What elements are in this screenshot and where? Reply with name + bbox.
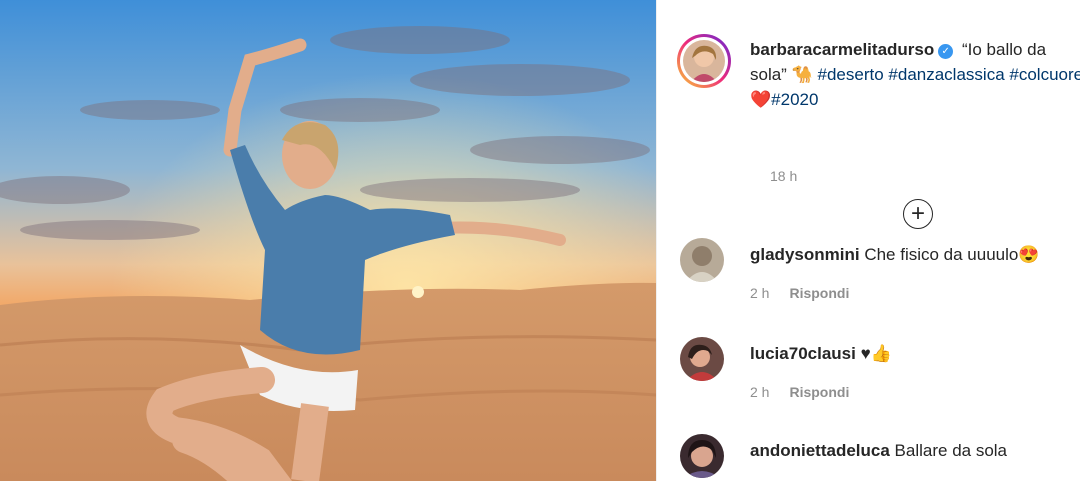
comment-avatar[interactable] (680, 434, 724, 478)
comment-body: ♥ (860, 344, 871, 363)
reply-button[interactable]: Rispondi (789, 384, 849, 400)
post-image (0, 0, 656, 481)
comment-time[interactable]: 2 h (750, 285, 769, 301)
comment-username[interactable]: lucia70clausi (750, 344, 856, 363)
comment-body: Che fisico da uuuulo (864, 245, 1019, 264)
comment-emoji: 👍 (870, 344, 892, 363)
avatar[interactable] (683, 40, 725, 82)
post-photo[interactable] (0, 0, 656, 481)
heart-emoji: ❤️ (750, 90, 772, 109)
hashtag-danzaclassica[interactable]: #danzaclassica (888, 65, 1004, 84)
comment-avatar[interactable] (680, 238, 724, 282)
comment-text: lucia70clausi ♥👍 (750, 343, 892, 365)
comment-meta: 2 h Rispondi (750, 384, 849, 400)
camel-emoji: 🐪 (791, 65, 813, 84)
comment-body: Ballare da sola (894, 441, 1008, 460)
verified-badge-icon: ✓ (938, 44, 954, 59)
post-username[interactable]: barbaracarmelitadurso (750, 40, 934, 59)
comment-meta: 2 h Rispondi (750, 285, 849, 301)
comment-username[interactable]: gladysonmini (750, 245, 860, 264)
comment-username[interactable]: andonietta­deluca (750, 441, 890, 460)
comment-avatar[interactable] (680, 337, 724, 381)
plus-circle-icon[interactable]: + (903, 199, 933, 229)
hashtag-deserto[interactable]: #deserto (818, 65, 884, 84)
reply-button[interactable]: Rispondi (789, 285, 849, 301)
comment-text: andonietta­deluca Ballare da sola (750, 440, 1007, 462)
comments-panel: barbaracarmelitadurso ✓ “Io ballo da sola… (656, 0, 1080, 481)
hashtag-2020[interactable]: #2020 (771, 90, 818, 109)
post-time[interactable]: 18 h (770, 168, 797, 184)
story-ring[interactable] (677, 34, 731, 88)
caption-text: barbaracarmelitadurso ✓ “Io ballo da sola… (750, 37, 1080, 112)
comment-emoji: 😍 (1018, 245, 1040, 264)
comment-time[interactable]: 2 h (750, 384, 769, 400)
comment-text: gladysonmini Che fisico da uuuulo😍 (750, 244, 1040, 266)
hashtag-colcuore[interactable]: #colcuore (1009, 65, 1080, 84)
